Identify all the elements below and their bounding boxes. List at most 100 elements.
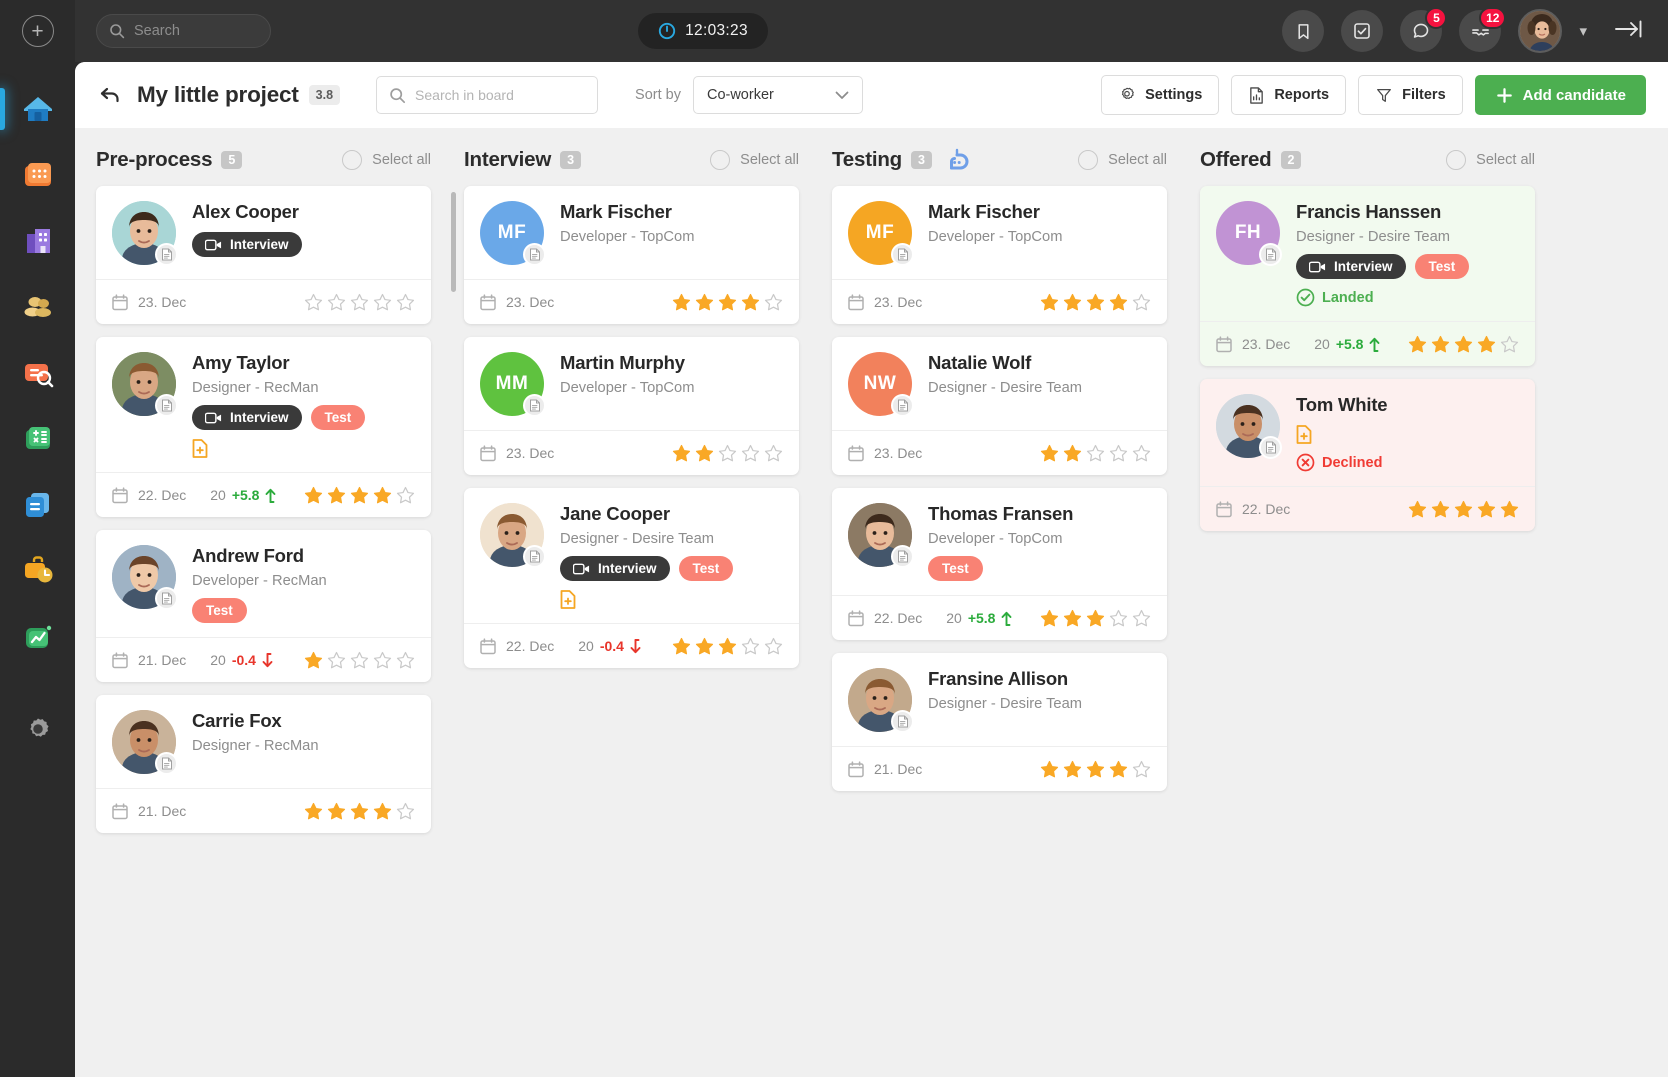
rating-star[interactable]	[1132, 444, 1151, 463]
rating-star[interactable]	[741, 637, 760, 656]
select-all-control[interactable]: Select all	[1078, 150, 1167, 170]
rating-star[interactable]	[327, 651, 346, 670]
candidate-avatar[interactable]	[480, 503, 546, 568]
sidebar-item-calendar[interactable]	[0, 142, 75, 208]
candidate-card[interactable]: Tom White Declined 22. Dec	[1200, 379, 1535, 531]
rating-star[interactable]	[1408, 500, 1427, 519]
candidate-card[interactable]: Thomas Fransen Developer - TopCom Test 22…	[832, 488, 1167, 640]
rating-star[interactable]	[1063, 609, 1082, 628]
rating-star[interactable]	[396, 486, 415, 505]
rating-star[interactable]	[1132, 293, 1151, 312]
add-document-button[interactable]	[192, 439, 415, 458]
collapse-right-icon[interactable]	[1614, 18, 1644, 45]
rating-star[interactable]	[1109, 760, 1128, 779]
sidebar-item-documents[interactable]	[0, 472, 75, 538]
rating-star[interactable]	[373, 802, 392, 821]
select-all-control[interactable]: Select all	[710, 150, 799, 170]
interview-tag[interactable]: Interview	[192, 405, 302, 430]
rating-star[interactable]	[1040, 444, 1059, 463]
rating-stars[interactable]	[304, 293, 415, 312]
rating-star[interactable]	[741, 293, 760, 312]
settings-button[interactable]: Settings	[1101, 75, 1220, 115]
global-search-input[interactable]: Search	[96, 14, 271, 48]
rating-star[interactable]	[1431, 335, 1450, 354]
filters-button[interactable]: Filters	[1358, 75, 1463, 115]
rating-star[interactable]	[1109, 609, 1128, 628]
chevron-down-icon[interactable]: ▾	[1579, 22, 1587, 40]
rating-star[interactable]	[1500, 500, 1519, 519]
attachment-badge[interactable]	[155, 752, 178, 775]
rating-star[interactable]	[373, 486, 392, 505]
attachment-badge[interactable]	[155, 587, 178, 610]
attachment-badge[interactable]	[1259, 243, 1282, 266]
attachment-badge[interactable]	[1259, 436, 1282, 459]
candidate-avatar[interactable]	[112, 710, 178, 775]
rating-stars[interactable]	[672, 637, 783, 656]
board-search-input[interactable]: Search in board	[376, 76, 599, 114]
rating-stars[interactable]	[1040, 444, 1151, 463]
attachment-badge[interactable]	[155, 243, 178, 266]
candidate-card[interactable]: Carrie Fox Designer - RecMan 21. Dec	[96, 695, 431, 833]
attachment-badge[interactable]	[891, 545, 914, 568]
rating-stars[interactable]	[672, 293, 783, 312]
avatar[interactable]	[1518, 9, 1563, 53]
rating-star[interactable]	[350, 293, 369, 312]
interview-tag[interactable]: Interview	[192, 232, 302, 257]
reports-button[interactable]: Reports	[1231, 75, 1347, 115]
rating-stars[interactable]	[304, 802, 415, 821]
add-document-button[interactable]	[560, 590, 783, 609]
rating-star[interactable]	[304, 802, 323, 821]
rating-star[interactable]	[396, 802, 415, 821]
rating-star[interactable]	[327, 293, 346, 312]
sidebar-item-company[interactable]	[0, 208, 75, 274]
rating-star[interactable]	[1109, 444, 1128, 463]
rating-star[interactable]	[718, 293, 737, 312]
candidate-avatar[interactable]: MF	[480, 201, 546, 266]
attachment-badge[interactable]	[523, 394, 546, 417]
candidate-avatar[interactable]: FH	[1216, 201, 1282, 266]
rating-stars[interactable]	[1040, 760, 1151, 779]
rating-star[interactable]	[1500, 335, 1519, 354]
rating-star[interactable]	[1086, 444, 1105, 463]
notifications-button[interactable]: 12	[1459, 7, 1507, 52]
rating-star[interactable]	[1063, 293, 1082, 312]
plus-circle-icon[interactable]: +	[21, 15, 54, 47]
rating-star[interactable]	[1063, 444, 1082, 463]
rating-star[interactable]	[695, 637, 714, 656]
rating-stars[interactable]	[1040, 293, 1151, 312]
add-document-button[interactable]	[1296, 425, 1519, 444]
rating-star[interactable]	[718, 637, 737, 656]
attachment-badge[interactable]	[891, 710, 914, 733]
rating-star[interactable]	[1109, 293, 1128, 312]
interview-tag[interactable]: Interview	[1296, 254, 1406, 279]
test-tag[interactable]: Test	[192, 598, 247, 623]
sidebar-item-payroll[interactable]	[0, 406, 75, 472]
rating-stars[interactable]	[1408, 500, 1519, 519]
rating-star[interactable]	[1132, 760, 1151, 779]
rating-stars[interactable]	[1040, 609, 1151, 628]
radio-icon[interactable]	[710, 150, 731, 170]
test-tag[interactable]: Test	[310, 405, 366, 430]
rating-star[interactable]	[304, 651, 323, 670]
sidebar-item-analytics[interactable]	[0, 604, 75, 670]
select-all-control[interactable]: Select all	[1446, 150, 1535, 170]
rating-star[interactable]	[741, 444, 760, 463]
attachment-badge[interactable]	[523, 545, 546, 568]
rating-stars[interactable]	[1408, 335, 1519, 354]
candidate-avatar[interactable]: NW	[848, 352, 914, 417]
rating-star[interactable]	[373, 293, 392, 312]
rating-star[interactable]	[1040, 293, 1059, 312]
sidebar-item-settings[interactable]	[0, 696, 75, 762]
rating-star[interactable]	[1454, 500, 1473, 519]
rating-star[interactable]	[304, 486, 323, 505]
rating-star[interactable]	[1086, 760, 1105, 779]
sort-by-select[interactable]: Co-worker	[692, 76, 863, 114]
tasks-button[interactable]	[1341, 10, 1384, 52]
candidate-card[interactable]: Andrew Ford Developer - RecMan Test 21. D…	[96, 530, 431, 682]
rating-star[interactable]	[695, 444, 714, 463]
rating-star[interactable]	[350, 486, 369, 505]
robot-icon[interactable]	[944, 148, 970, 172]
rating-star[interactable]	[1431, 500, 1450, 519]
attachment-badge[interactable]	[523, 243, 546, 266]
sidebar-item-people[interactable]	[0, 274, 75, 340]
